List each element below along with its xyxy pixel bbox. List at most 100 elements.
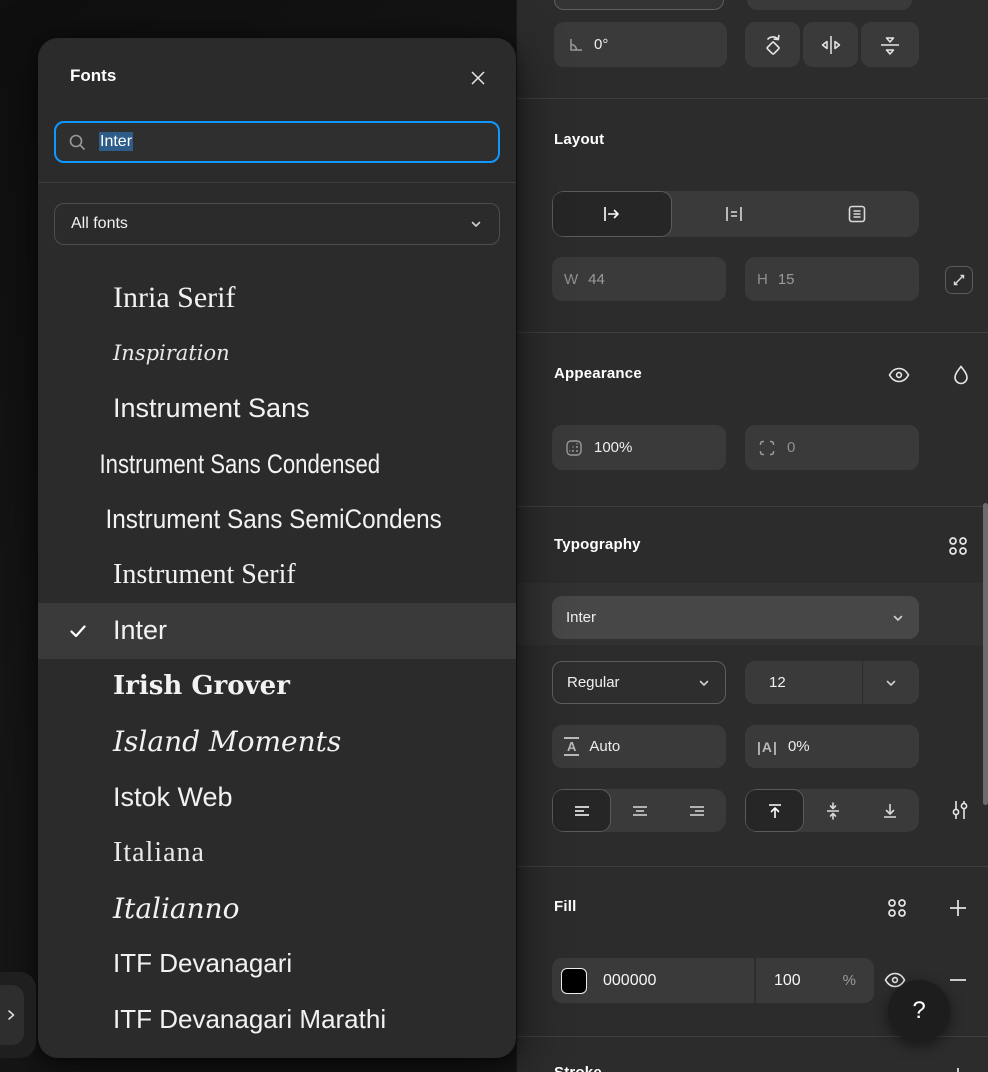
flip-vertical-button[interactable] — [861, 22, 919, 67]
font-filter-value: All fonts — [71, 215, 128, 233]
layout-mode-none-button[interactable] — [552, 191, 672, 237]
font-size-input[interactable]: 12 — [745, 674, 862, 691]
font-name: Instrument Sans — [113, 393, 310, 424]
width-label: W — [564, 271, 578, 288]
fill-color-row: 000000 100 % — [552, 958, 874, 1003]
font-list-item[interactable]: Island Moments — [38, 714, 516, 770]
letter-spacing-value: 0% — [788, 738, 810, 755]
help-button[interactable]: ? — [888, 980, 950, 1042]
font-list-item[interactable]: Inria Serif — [38, 270, 516, 326]
panel-scrollbar[interactable] — [983, 503, 988, 805]
font-list-item[interactable]: Instrument Sans SemiCondens — [38, 492, 468, 548]
font-name: Instrument Sans SemiCondens — [106, 504, 442, 535]
font-name: ITF Devanagari Marathi — [113, 1004, 386, 1035]
font-list-item[interactable]: Instrument Sans Condensed — [38, 437, 430, 493]
constrain-proportions-button[interactable] — [945, 266, 973, 294]
add-fill-button[interactable] — [944, 894, 972, 922]
font-list-item[interactable]: Instrument Sans — [38, 381, 516, 437]
align-bottom-icon — [879, 800, 901, 822]
layout-grid-icon — [845, 202, 869, 226]
corner-radius-input[interactable]: 0 — [745, 425, 919, 470]
resize-corner-icon — [951, 272, 967, 288]
rotation-value: 0° — [594, 36, 608, 53]
height-input[interactable]: H 15 — [745, 257, 919, 301]
align-middle-button[interactable] — [804, 789, 861, 832]
layout-mode-autolayout-button[interactable] — [672, 191, 796, 237]
close-button[interactable] — [466, 66, 490, 90]
align-bottom-button[interactable] — [862, 789, 919, 832]
rotation-input[interactable]: 0° — [554, 22, 727, 67]
opacity-icon — [564, 438, 584, 458]
fill-opacity-value: 100 — [774, 972, 801, 990]
fill-opacity-input[interactable]: 100 % — [756, 972, 874, 990]
font-style-dropdown[interactable]: Regular — [552, 661, 726, 704]
stroke-section-title: Stroke — [554, 1064, 602, 1072]
opacity-input[interactable]: 100% — [552, 425, 726, 470]
font-list-item[interactable]: Inspiration — [38, 326, 516, 382]
text-align-segmented-control — [552, 789, 726, 832]
font-name: Istok Web — [113, 782, 233, 813]
visibility-button[interactable] — [885, 361, 913, 389]
font-list: Inria Serif Inspiration Instrument Sans … — [38, 270, 516, 1047]
angle-icon — [566, 36, 584, 54]
height-value: 15 — [778, 271, 795, 288]
flip-horizontal-button[interactable] — [803, 22, 858, 67]
layout-section-title: Layout — [554, 131, 604, 148]
y-position-input[interactable] — [747, 0, 912, 10]
line-height-input[interactable]: A Auto — [552, 725, 726, 768]
fill-hex-input[interactable]: 000000 — [603, 972, 754, 990]
font-size-control: 12 — [745, 661, 919, 704]
x-position-input[interactable] — [554, 0, 724, 10]
width-input[interactable]: W 44 — [552, 257, 726, 301]
font-size-dropdown-button[interactable] — [863, 676, 919, 690]
font-name: Italianno — [113, 892, 240, 925]
sliders-icon — [947, 797, 973, 823]
font-name: Italiana — [113, 837, 205, 869]
section-divider — [517, 506, 988, 507]
plus-icon — [946, 896, 970, 920]
section-divider — [517, 332, 988, 333]
font-list-item[interactable]: ITF Devanagari — [38, 936, 516, 992]
search-icon — [68, 133, 87, 152]
font-name: Irish Grover — [113, 671, 290, 701]
fill-styles-button[interactable] — [883, 894, 911, 922]
expand-sidebar-button[interactable] — [0, 985, 24, 1045]
add-stroke-button[interactable] — [944, 1062, 972, 1072]
blend-mode-button[interactable] — [947, 361, 975, 389]
letter-spacing-input[interactable]: |A| 0% — [745, 725, 919, 768]
align-top-button[interactable] — [745, 789, 804, 832]
font-filter-dropdown[interactable]: All fonts — [54, 203, 500, 245]
fill-section-title: Fill — [554, 898, 576, 915]
layout-mode-grid-button[interactable] — [796, 191, 920, 237]
fill-color-swatch[interactable] — [561, 968, 587, 994]
section-divider — [517, 98, 988, 99]
font-search-input[interactable]: Inter — [54, 121, 500, 163]
text-styles-button[interactable] — [944, 532, 972, 560]
opacity-value: 100% — [594, 439, 632, 456]
font-list-item[interactable]: ITF Devanagari Marathi — [38, 992, 516, 1048]
rotate-90-button[interactable] — [745, 22, 800, 67]
font-name: ITF Devanagari — [113, 948, 292, 979]
font-list-item[interactable]: Italiana — [38, 825, 516, 881]
flip-horizontal-icon — [818, 32, 844, 58]
remove-fill-button[interactable] — [944, 966, 972, 994]
text-align-right-button[interactable] — [669, 789, 726, 832]
font-list-item[interactable]: Istok Web — [38, 770, 516, 826]
font-list-item-selected[interactable]: Inter — [38, 603, 516, 659]
letter-spacing-icon: |A| — [757, 739, 778, 755]
font-list-item[interactable]: Italianno — [38, 881, 516, 937]
styles-grid-icon — [884, 895, 910, 921]
text-align-center-button[interactable] — [611, 789, 668, 832]
font-family-dropdown[interactable]: Inter — [552, 596, 919, 639]
font-list-item[interactable]: Instrument Serif — [38, 548, 516, 604]
align-top-icon — [764, 800, 786, 822]
plus-icon — [946, 1064, 970, 1072]
check-icon — [68, 621, 88, 641]
corner-radius-icon — [757, 438, 777, 458]
text-align-left-button[interactable] — [552, 789, 611, 832]
resize-right-icon — [600, 202, 624, 226]
align-middle-icon — [822, 800, 844, 822]
font-list-item[interactable]: Irish Grover — [38, 659, 516, 715]
type-settings-button[interactable] — [946, 796, 974, 824]
font-name: Island Moments — [113, 725, 341, 758]
